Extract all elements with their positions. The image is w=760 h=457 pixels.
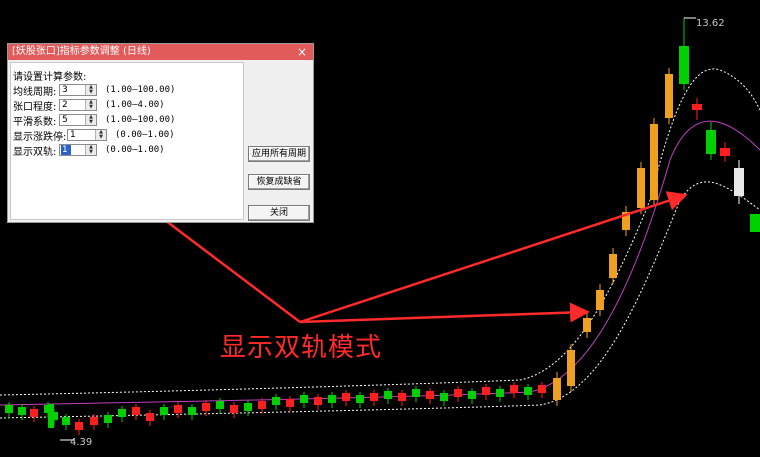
limit-up-candle <box>665 74 673 118</box>
down-candle <box>496 389 504 397</box>
show-dual-band-stepper[interactable]: ▲▼ <box>59 144 97 156</box>
param-range: (0.00—1.00) <box>105 145 165 155</box>
limit-up-candle <box>637 168 645 208</box>
down-candle <box>160 407 168 415</box>
up-candle <box>286 399 294 407</box>
limit-up-candle <box>567 350 575 386</box>
down-candle <box>18 407 26 415</box>
param-range: (1.00—100.00) <box>105 85 176 95</box>
up-candle <box>30 409 38 417</box>
up-candle <box>75 422 83 430</box>
up-candle <box>692 104 702 110</box>
limit-up-candle <box>596 290 604 310</box>
down-candle <box>384 391 392 399</box>
gap-degree-stepper[interactable]: ▲▼ <box>59 99 97 111</box>
up-candle <box>426 391 434 399</box>
up-candle <box>370 393 378 401</box>
flat-candle <box>734 168 744 196</box>
up-candle <box>90 417 98 425</box>
down-candle <box>300 395 308 403</box>
param-label: 均线周期: <box>13 86 57 98</box>
param-range: (1.00—100.00) <box>105 115 176 125</box>
params-prompt: 请设置计算参数: <box>13 72 87 83</box>
up-candle <box>342 393 350 401</box>
down-candle <box>272 397 280 405</box>
arrow-to-band-lower <box>299 302 590 324</box>
up-candle <box>132 407 140 415</box>
spin-arrows[interactable]: ▲ ▼ <box>85 145 96 155</box>
high-price-label: 13.62 <box>696 18 725 29</box>
up-candle <box>258 401 266 409</box>
spin-arrows[interactable]: ▲ ▼ <box>85 85 96 95</box>
arrow-to-band-upper <box>299 191 688 324</box>
show-dual-band-input[interactable] <box>61 145 71 155</box>
down-candle <box>216 401 224 409</box>
down-candle <box>440 393 448 401</box>
dialog-title-bar[interactable]: [妖股张口]指标参数调整 (日线) × <box>8 44 313 60</box>
dialog-title: [妖股张口]指标参数调整 (日线) <box>12 46 151 57</box>
spin-arrows[interactable]: ▲ ▼ <box>85 115 96 125</box>
down-candle <box>104 415 112 423</box>
param-label: 张口程度: <box>13 101 57 113</box>
up-candle <box>174 405 182 413</box>
ma-period-stepper[interactable]: ▲▼ <box>59 84 97 96</box>
up-candle <box>146 413 154 421</box>
param-range: (0.00—1.00) <box>115 130 175 140</box>
down-candle <box>412 389 420 397</box>
up-candle <box>510 385 518 393</box>
up-candle <box>398 393 406 401</box>
param-row-gap: 张口程度: <box>13 98 57 113</box>
restore-default-button[interactable]: 恢复成缺省 <box>248 174 310 190</box>
param-row-ma-period: 均线周期: <box>13 83 57 98</box>
down-candle <box>244 403 252 411</box>
low-price-label: 4.39 <box>70 437 93 448</box>
down-candle <box>328 395 336 403</box>
up-candle <box>314 397 322 405</box>
down-candle <box>188 407 196 415</box>
down-candle <box>5 405 13 413</box>
smooth-stepper[interactable]: ▲▼ <box>59 114 97 126</box>
param-label: 显示双轨: <box>13 146 57 158</box>
param-label: 平滑系数: <box>13 116 57 128</box>
limit-up-candle <box>583 318 591 332</box>
limit-up-candle <box>650 124 658 200</box>
down-candle <box>48 404 54 428</box>
param-range: (1.00—4.00) <box>105 100 165 110</box>
param-row-dual-band: 显示双轨: <box>13 143 57 158</box>
close-icon[interactable]: × <box>295 44 309 60</box>
down-candle <box>750 214 760 232</box>
up-candle <box>720 148 730 156</box>
down-candle <box>62 417 70 425</box>
down-candle <box>679 46 689 84</box>
down-candle <box>356 395 364 403</box>
limit-up-candle <box>553 378 561 400</box>
limit-up-candle <box>609 254 617 278</box>
close-button[interactable]: 关闭 <box>248 205 310 221</box>
down-candle <box>706 130 716 154</box>
up-candle <box>230 405 238 413</box>
show-limit-stepper[interactable]: ▲▼ <box>67 129 107 141</box>
show-limit-input[interactable] <box>69 130 97 140</box>
down-candle <box>524 387 532 395</box>
param-row-limit: 显示涨跌停: <box>13 128 67 143</box>
down-candle <box>118 409 126 417</box>
annotation-text: 显示双轨模式 <box>220 333 383 363</box>
apply-all-periods-button[interactable]: 应用所有周期 <box>248 146 310 162</box>
up-candle <box>538 385 546 393</box>
spin-arrows[interactable]: ▲ ▼ <box>95 130 106 140</box>
indicator-params-dialog: [妖股张口]指标参数调整 (日线) × 请设置计算参数: 均线周期: ▲▼ (1… <box>7 43 314 223</box>
param-row-smooth: 平滑系数: <box>13 113 57 128</box>
params-panel: 请设置计算参数: 均线周期: ▲▼ (1.00—100.00) 张口程度: ▲▼… <box>10 62 244 220</box>
down-candle <box>468 391 476 399</box>
up-candle <box>482 387 490 395</box>
up-candle <box>454 389 462 397</box>
up-candle <box>202 403 210 411</box>
spin-arrows[interactable]: ▲ ▼ <box>85 100 96 110</box>
param-label: 显示涨跌停: <box>13 131 67 143</box>
